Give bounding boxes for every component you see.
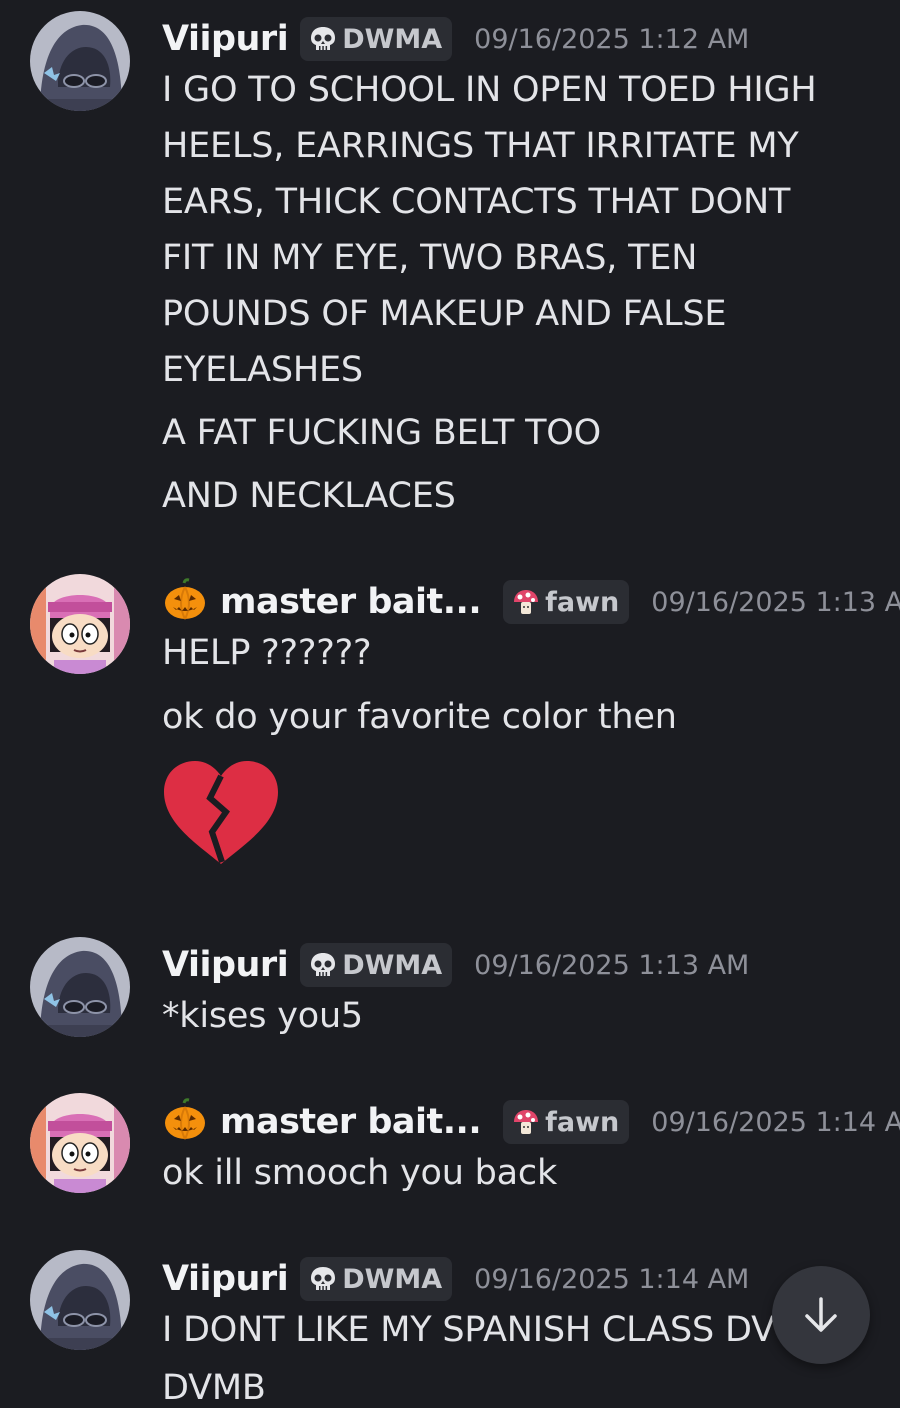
username[interactable]: master bait... — [220, 582, 482, 622]
role-tag[interactable]: DWMA — [300, 1257, 453, 1301]
message-text: I DONT LIKE MY SPANISH CLASS DV — [162, 1310, 775, 1350]
message-text: HEELS, EARRINGS THAT IRRITATE MY — [162, 126, 799, 166]
username[interactable]: Viipuri — [162, 19, 289, 59]
skull-icon — [311, 27, 336, 50]
broken-heart-emoji[interactable] — [160, 758, 282, 872]
mushroom-icon — [514, 1110, 539, 1134]
scroll-to-bottom-button[interactable] — [772, 1266, 870, 1364]
timestamp: 09/16/2025 1:13 AM — [651, 586, 900, 618]
message-text: EARS, THICK CONTACTS THAT DONT — [162, 182, 791, 222]
timestamp: 09/16/2025 1:14 AM — [474, 1263, 750, 1295]
message-text: DVMB — [162, 1368, 266, 1408]
message-text: EYELASHES — [162, 350, 363, 390]
username[interactable]: Viipuri — [162, 945, 289, 985]
message-text: FIT IN MY EYE, TWO BRAS, TEN — [162, 238, 698, 278]
mushroom-icon — [514, 590, 539, 614]
message-header: Viipuri DWMA 09/16/2025 1:14 AM — [162, 1254, 749, 1304]
role-label: DWMA — [342, 949, 443, 981]
message-text: ok do your favorite color then — [162, 697, 677, 737]
message-text: ok ill smooch you back — [162, 1153, 558, 1193]
user-avatar[interactable] — [30, 11, 130, 111]
user-avatar[interactable] — [30, 574, 130, 674]
user-avatar[interactable] — [30, 1250, 130, 1350]
role-label: fawn — [545, 586, 620, 618]
role-tag[interactable]: fawn — [503, 1100, 630, 1144]
pumpkin-icon — [162, 577, 208, 627]
message-header: Viipuri DWMA 09/16/2025 1:13 AM — [162, 940, 749, 990]
timestamp: 09/16/2025 1:12 AM — [474, 23, 750, 55]
role-tag[interactable]: DWMA — [300, 943, 453, 987]
message-header: Viipuri DWMA 09/16/2025 1:12 AM — [162, 14, 749, 64]
role-label: DWMA — [342, 1263, 443, 1295]
user-avatar[interactable] — [30, 1093, 130, 1193]
message-text: A FAT FUCKING BELT TOO — [162, 413, 601, 453]
skull-icon — [311, 953, 336, 976]
message-header: master bait... fawn 09/16/2025 1:14 AM — [162, 1097, 900, 1147]
skull-icon — [311, 1267, 336, 1290]
message-text: HELP ?????? — [162, 633, 372, 673]
timestamp: 09/16/2025 1:13 AM — [474, 949, 750, 981]
arrow-down-icon — [805, 1297, 837, 1332]
message-header: master bait... fawn 09/16/2025 1:13 AM — [162, 577, 900, 627]
timestamp: 09/16/2025 1:14 AM — [651, 1106, 900, 1138]
role-tag[interactable]: fawn — [503, 580, 630, 624]
pumpkin-icon — [162, 1097, 208, 1147]
user-avatar[interactable] — [30, 937, 130, 1037]
username[interactable]: Viipuri — [162, 1259, 289, 1299]
message-text: POUNDS OF MAKEUP AND FALSE — [162, 294, 727, 334]
role-tag[interactable]: DWMA — [300, 17, 453, 61]
role-label: DWMA — [342, 23, 443, 55]
message-text: *kises you5 — [162, 996, 363, 1036]
message-text: AND NECKLACES — [162, 476, 456, 516]
role-label: fawn — [545, 1106, 620, 1138]
username[interactable]: master bait... — [220, 1102, 482, 1142]
message-text: I GO TO SCHOOL IN OPEN TOED HIGH — [162, 70, 817, 110]
